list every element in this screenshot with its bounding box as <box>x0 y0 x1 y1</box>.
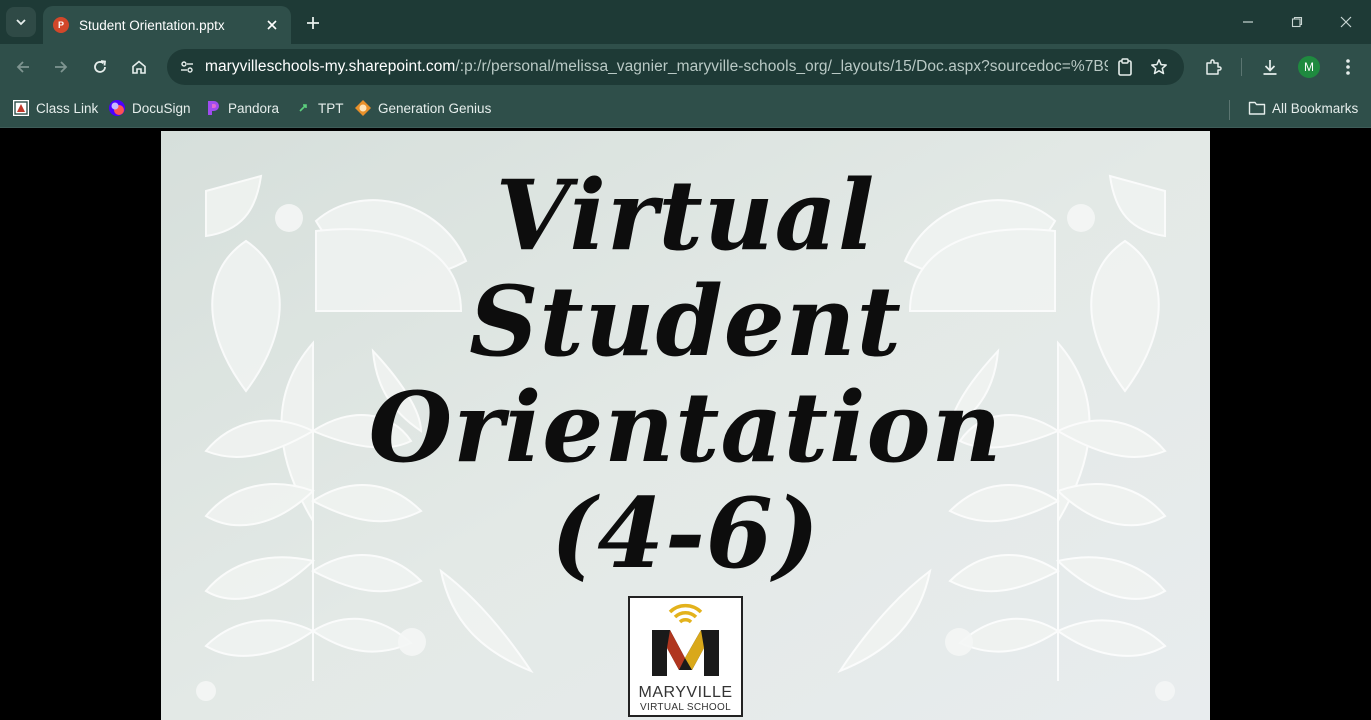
title-line: Orientation <box>368 371 1003 484</box>
menu-button[interactable] <box>1333 52 1363 82</box>
avatar: M <box>1298 56 1320 78</box>
maryville-logo: MARYVILLE VIRTUAL SCHOOL <box>628 596 743 717</box>
bookmark-class-link[interactable]: Class Link <box>12 97 98 119</box>
tab-search-button[interactable] <box>6 7 36 37</box>
restore-icon <box>1291 16 1303 28</box>
arrow-left-icon <box>16 61 29 73</box>
title-line: Student <box>469 265 902 378</box>
bookmark-star-button[interactable] <box>1142 58 1176 76</box>
minimize-icon <box>1243 21 1253 23</box>
close-icon <box>1340 16 1352 28</box>
bookmark-label: DocuSign <box>132 100 191 116</box>
active-tab[interactable]: P Student Orientation.pptx <box>43 6 291 44</box>
slide[interactable]: Virtual Student Orientation (4-6) MARYVI… <box>161 131 1210 720</box>
classlink-icon <box>12 99 30 117</box>
bookmark-docusign[interactable]: DocuSign <box>108 97 191 119</box>
bookmark-label: Class Link <box>36 100 99 116</box>
bookmark-label: Pandora <box>228 100 280 116</box>
bookmark-label: Generation Genius <box>378 100 492 116</box>
toolbar-separator <box>1241 58 1242 76</box>
tune-icon <box>181 61 193 73</box>
bookmark-pandora[interactable]: Pandora <box>204 97 279 119</box>
logo-line2: VIRTUAL SCHOOL <box>640 702 731 713</box>
back-button[interactable] <box>8 52 38 82</box>
close-window-button[interactable] <box>1331 8 1361 36</box>
home-icon <box>132 60 146 74</box>
presentation-viewer: Virtual Student Orientation (4-6) MARYVI… <box>0 129 1371 720</box>
tab-close-button[interactable] <box>263 16 281 34</box>
powerpoint-icon: P <box>53 17 69 33</box>
more-vertical-icon <box>1346 59 1350 75</box>
clipboard-icon <box>1118 58 1132 76</box>
bookmarks-separator <box>1229 100 1230 120</box>
url-path: /:p:/r/personal/melissa_vagnier_maryvill… <box>455 58 1108 75</box>
new-tab-button[interactable] <box>300 10 326 36</box>
forward-button[interactable] <box>46 52 76 82</box>
chevron-down-icon <box>16 19 26 26</box>
site-info-button[interactable] <box>169 59 205 75</box>
bookmark-label: TPT <box>318 100 344 116</box>
extensions-button[interactable] <box>1198 52 1228 82</box>
docusign-icon <box>108 99 126 117</box>
close-icon <box>267 20 277 30</box>
url-text[interactable]: maryvilleschools-my.sharepoint.com/:p:/r… <box>205 58 1108 76</box>
tpt-icon <box>294 99 312 117</box>
puzzle-icon <box>1206 59 1222 75</box>
clipboard-button[interactable] <box>1108 58 1142 76</box>
home-button[interactable] <box>124 52 154 82</box>
all-bookmarks-label: All Bookmarks <box>1272 100 1359 116</box>
arrow-right-icon <box>55 61 68 73</box>
reload-button[interactable] <box>85 52 115 82</box>
reload-icon <box>94 60 107 73</box>
maryville-m-icon <box>652 603 719 676</box>
bookmarks-bar: Class Link DocuSign Pandora TPT Generati… <box>0 90 1371 128</box>
browser-toolbar: maryvilleschools-my.sharepoint.com/:p:/r… <box>0 44 1371 90</box>
url-host: maryvilleschools-my.sharepoint.com <box>205 58 456 75</box>
title-line: Virtual <box>495 159 876 272</box>
plus-icon <box>307 17 319 29</box>
slide-title: Virtual Student Orientation (4-6) <box>361 163 1010 587</box>
address-bar[interactable]: maryvilleschools-my.sharepoint.com/:p:/r… <box>167 49 1184 85</box>
profile-button[interactable]: M <box>1294 52 1324 82</box>
all-bookmarks-button[interactable]: All Bookmarks <box>1248 97 1358 119</box>
tab-title: Student Orientation.pptx <box>79 17 225 33</box>
downloads-button[interactable] <box>1255 52 1285 82</box>
star-icon <box>1151 59 1167 75</box>
restore-button[interactable] <box>1282 8 1312 36</box>
title-line: (4-6) <box>550 477 821 590</box>
pandora-icon <box>204 99 222 117</box>
bookmark-generation-genius[interactable]: Generation Genius <box>354 97 491 119</box>
folder-icon <box>1248 99 1266 117</box>
tab-strip: P Student Orientation.pptx <box>0 0 1371 44</box>
logo-line1: MARYVILLE <box>638 684 733 701</box>
generation-genius-icon <box>354 99 372 117</box>
bookmark-tpt[interactable]: TPT <box>294 97 344 119</box>
download-icon <box>1263 60 1277 75</box>
minimize-button[interactable] <box>1233 8 1263 36</box>
